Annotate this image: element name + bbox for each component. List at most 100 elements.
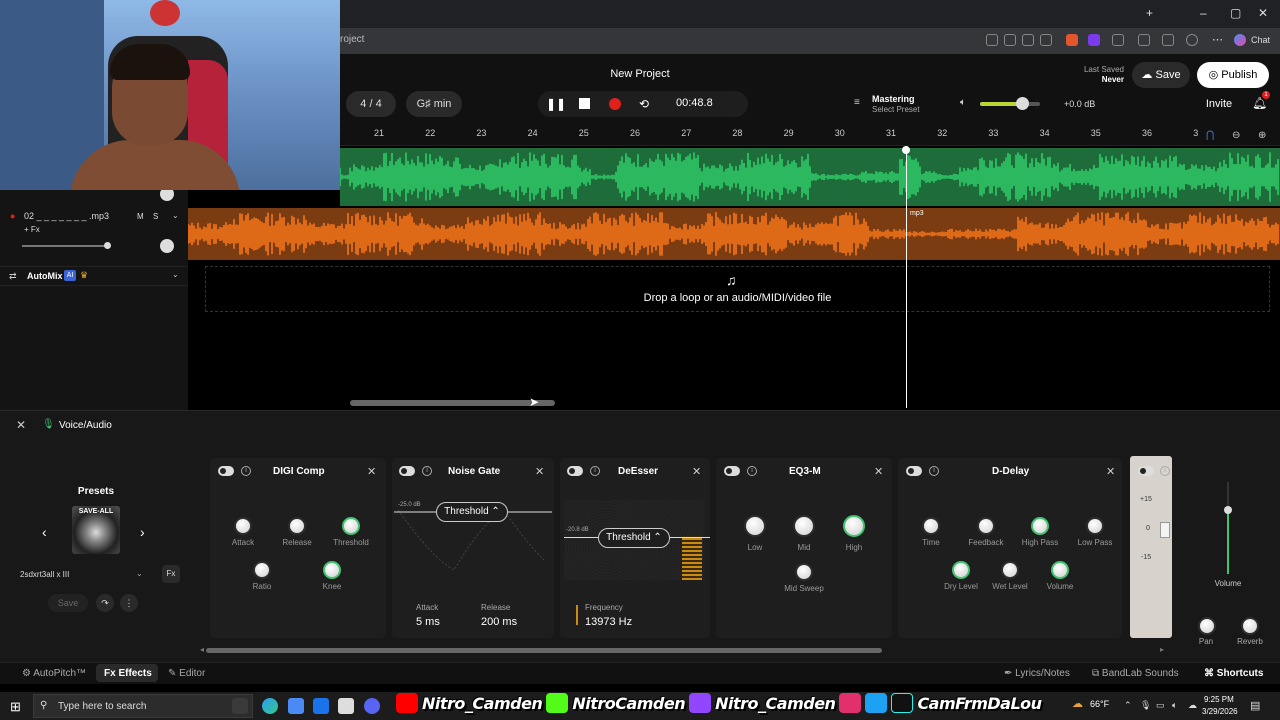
app-icon[interactable] — [288, 698, 304, 714]
address-text[interactable]: roject — [340, 34, 364, 45]
close-icon[interactable]: ✕ — [367, 465, 376, 478]
more-icon[interactable]: ⋮ — [120, 594, 138, 612]
pan-knob[interactable] — [1198, 617, 1216, 635]
mail-icon[interactable] — [313, 698, 329, 714]
eq-mid-knob[interactable] — [793, 515, 815, 537]
info-icon[interactable]: i — [747, 466, 757, 476]
stop-button[interactable] — [579, 98, 590, 109]
task-view-icon[interactable] — [232, 698, 248, 714]
ratio-knob[interactable] — [253, 561, 271, 579]
close-icon[interactable]: ✕ — [1106, 465, 1115, 478]
track1-waveform[interactable] — [340, 148, 1280, 206]
playhead-handle[interactable] — [902, 146, 910, 154]
zoom-in-icon[interactable]: ⊕ — [1258, 130, 1266, 141]
eq3m-toggle[interactable] — [724, 466, 740, 476]
info-icon[interactable]: i — [590, 466, 600, 476]
track2-volume-slider[interactable] — [22, 245, 108, 247]
close-window-icon[interactable]: ✕ — [1258, 6, 1268, 20]
track2-pan-knob[interactable] — [160, 239, 174, 253]
mic-icon[interactable] — [1022, 34, 1034, 46]
profile-avatar-icon[interactable] — [1186, 34, 1198, 46]
cloud-tray-icon[interactable]: ☁︎ — [1188, 700, 1197, 711]
pause-button[interactable]: ❚❚ — [546, 96, 566, 112]
track2-add-fx[interactable]: + Fx — [24, 225, 40, 234]
lyrics-notes-button[interactable]: ✒︎ Lyrics/Notes — [1004, 668, 1070, 679]
scroll-right-icon[interactable]: ▸ — [1160, 645, 1164, 654]
preset-fx-icon[interactable]: Fx — [162, 565, 180, 583]
extensions-icon[interactable] — [1138, 34, 1150, 46]
high-pass-knob[interactable] — [1031, 517, 1049, 535]
scroll-left-icon[interactable]: ◂ — [200, 645, 204, 654]
track2-mute-button[interactable]: M — [137, 212, 144, 221]
notification-center-icon[interactable]: ▤ — [1250, 699, 1260, 712]
chevron-down-icon[interactable]: ⌄ — [136, 569, 143, 578]
threshold-knob[interactable] — [342, 517, 360, 535]
digi-comp-toggle[interactable] — [218, 466, 234, 476]
key-signature[interactable]: G♯ min — [406, 91, 462, 117]
channel-strip[interactable] — [1130, 456, 1172, 638]
ddelay-toggle[interactable] — [906, 466, 922, 476]
track2-waveform[interactable] — [188, 208, 1280, 260]
windows-start-icon[interactable]: ⊞ — [10, 699, 21, 715]
speaker-icon[interactable]: 🔈︎ — [960, 97, 966, 108]
frequency-value[interactable]: 13973 Hz — [585, 616, 632, 628]
preset-save-button[interactable]: Save — [48, 594, 88, 612]
gate-attack-value[interactable]: 5 ms — [416, 616, 440, 628]
magnet-icon[interactable]: ⋂ — [1206, 130, 1214, 141]
drop-zone[interactable] — [205, 266, 1270, 312]
noise-gate-toggle[interactable] — [399, 466, 415, 476]
taskbar-time[interactable]: 9:25 PM — [1204, 695, 1234, 704]
feedback-knob[interactable] — [977, 517, 995, 535]
loop-button[interactable]: ⟲ — [636, 96, 652, 112]
noise-gate-threshold-handle[interactable]: Threshold ⌃ — [436, 502, 508, 522]
channel-strip-toggle[interactable] — [1138, 466, 1154, 476]
close-icon[interactable]: ✕ — [535, 465, 544, 478]
publish-button[interactable]: ◎ Publish — [1197, 62, 1269, 88]
weather-temp[interactable]: 66°F — [1090, 699, 1109, 709]
redo-icon[interactable]: ↷ — [96, 594, 114, 612]
store-icon[interactable] — [338, 698, 354, 714]
playhead[interactable] — [906, 146, 907, 408]
close-icon[interactable]: ✕ — [692, 465, 701, 478]
effects-scrollbar[interactable] — [206, 648, 882, 653]
browser-tabs[interactable] — [366, 8, 1126, 20]
low-pass-knob[interactable] — [1086, 517, 1104, 535]
favorites-icon[interactable] — [1162, 34, 1174, 46]
mic-tray-icon[interactable]: 🎙︎ — [1140, 700, 1151, 711]
master-volume-handle[interactable] — [1016, 97, 1029, 110]
track2-name[interactable]: 02 _ _ _ _ _ _ _ .mp3 — [24, 211, 109, 221]
info-icon[interactable]: i — [1160, 466, 1170, 476]
chevron-right-icon[interactable]: › — [140, 524, 145, 540]
star-icon[interactable] — [1004, 34, 1016, 46]
delay-time-knob[interactable] — [922, 517, 940, 535]
more-menu-icon[interactable]: ⋯ — [1212, 33, 1223, 46]
zoom-out-icon[interactable]: ⊖ — [1232, 130, 1240, 141]
shortcuts-button[interactable]: ⌘ Shortcuts — [1204, 668, 1263, 679]
minimize-icon[interactable]: – — [1200, 6, 1207, 20]
time-signature[interactable]: 4 / 4 — [346, 91, 396, 117]
reverb-knob[interactable] — [1241, 617, 1259, 635]
automix-chevron-icon[interactable]: ⌄ — [172, 270, 179, 279]
editor-tab[interactable]: ✎ Editor — [168, 668, 205, 679]
dry-level-knob[interactable] — [952, 561, 970, 579]
taskbar-search-placeholder[interactable]: Type here to search — [58, 701, 146, 712]
record-button[interactable] — [609, 98, 621, 110]
timeline-scrollbar[interactable] — [350, 400, 555, 406]
volume-fader-handle[interactable] — [1224, 506, 1232, 514]
mid-sweep-knob[interactable] — [795, 563, 813, 581]
network-icon[interactable]: ▭ — [1156, 700, 1165, 711]
refresh-ext-icon[interactable] — [1112, 34, 1124, 46]
copilot-icon[interactable] — [1234, 34, 1246, 46]
volume-tray-icon[interactable]: 🔈︎ — [1172, 700, 1177, 711]
screen-icon[interactable] — [1040, 34, 1052, 46]
bandlab-sounds-button[interactable]: ⧉ BandLab Sounds — [1092, 668, 1179, 679]
taskbar-date[interactable]: 3/29/2026 — [1202, 707, 1238, 716]
project-title[interactable]: New Project — [560, 68, 720, 80]
gate-release-value[interactable]: 200 ms — [481, 616, 517, 628]
release-knob[interactable] — [288, 517, 306, 535]
knee-knob[interactable] — [323, 561, 341, 579]
chevron-left-icon[interactable]: ‹ — [42, 524, 47, 540]
preset-artwork[interactable]: SAVE-ALL — [72, 506, 120, 554]
invite-button[interactable]: Invite — [1196, 91, 1242, 117]
close-icon[interactable]: ✕ — [16, 418, 26, 432]
